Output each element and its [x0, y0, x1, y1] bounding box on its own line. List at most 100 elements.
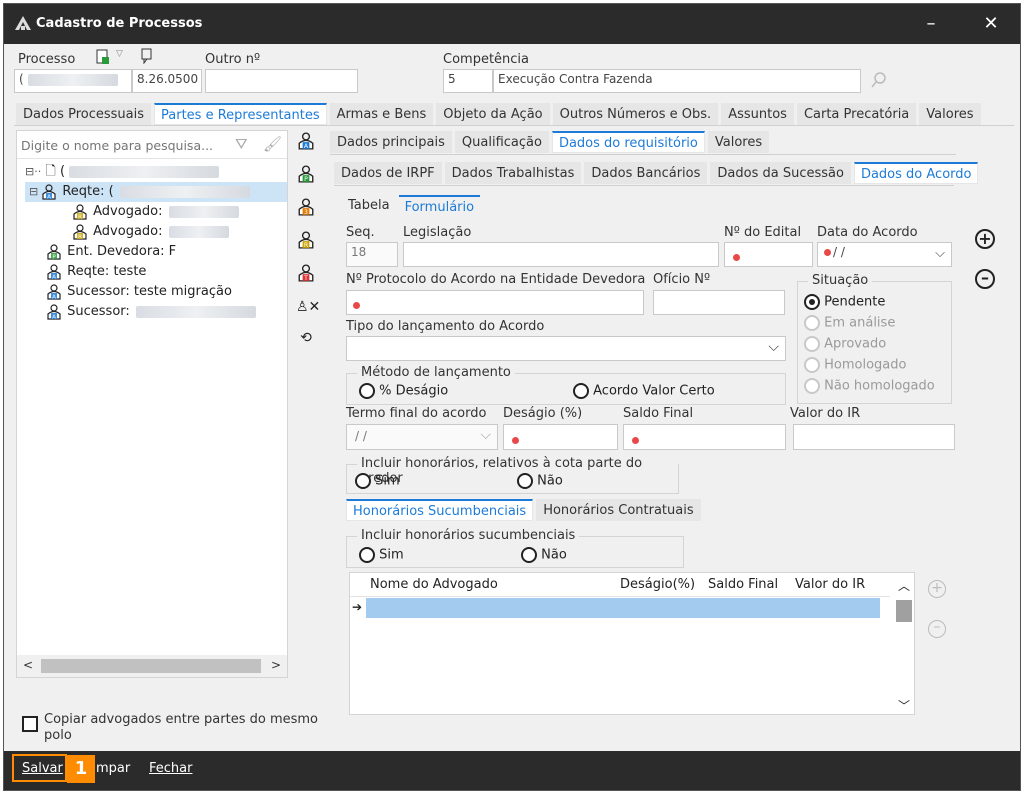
radio-button[interactable] [573, 383, 589, 399]
acordo-tab-2[interactable]: Dados Bancários [584, 162, 708, 184]
metodo-valor-certo-option[interactable]: Acordo Valor Certo [573, 383, 715, 399]
acordo-tab-3[interactable]: Dados da Sucessão [710, 162, 851, 184]
search-icon[interactable] [870, 71, 888, 89]
view-tab-0[interactable]: Tabela [342, 195, 396, 217]
acordo-tab-0[interactable]: Dados de IRPF [334, 162, 442, 184]
view-tab-1[interactable]: Formulário [398, 195, 481, 217]
radio-button[interactable] [359, 383, 375, 399]
tree-h-scrollbar[interactable]: < > [17, 655, 287, 677]
add-party-a-icon[interactable]: A [296, 132, 316, 154]
chevron-down-icon[interactable]: ⌵ [935, 246, 945, 261]
radio-button[interactable] [804, 378, 820, 394]
acordo-tab-4[interactable]: Dados do Acordo [853, 162, 979, 184]
chevron-down-icon[interactable]: ⌵ [768, 339, 779, 355]
dropdown-arrow-icon[interactable]: ▽ [116, 49, 123, 59]
main-tab-7[interactable]: Valores [919, 103, 981, 125]
oficio-field[interactable] [653, 290, 785, 315]
sub-tab-2[interactable]: Dados do requisitório [551, 131, 705, 153]
chevron-down-icon[interactable]: ⌵ [480, 427, 491, 443]
situacao-option[interactable]: Pendente [804, 294, 935, 315]
data-acordo-picker[interactable]: / / ⌵ [817, 242, 952, 267]
add-representative-icon[interactable]: R [296, 231, 316, 253]
add-party-t-icon[interactable]: T [296, 264, 316, 286]
tree-node[interactable]: ⊟ A Reqte: ( [25, 182, 287, 202]
radio-button[interactable] [804, 357, 820, 373]
close-window-button[interactable]: ✕ [968, 4, 1014, 44]
tipo-lancamento-select[interactable]: ⌵ [346, 336, 786, 361]
clear-brush-icon[interactable]: 🖌 [263, 135, 282, 153]
radio-button[interactable] [521, 547, 537, 563]
grid-row[interactable] [366, 598, 880, 618]
sub-tab-3[interactable]: Valores [707, 131, 770, 153]
processo-number-field[interactable]: 8.26.0500 [132, 69, 202, 93]
protocolo-field[interactable] [346, 290, 644, 315]
main-tab-6[interactable]: Carta Precatória [796, 103, 917, 125]
desagio-field[interactable] [503, 424, 618, 450]
seq-field[interactable]: 18 [346, 242, 398, 267]
sucumb-sim-option[interactable]: Sim [359, 547, 404, 563]
tree-root[interactable]: ⊟·· 🗋 ( [25, 162, 287, 182]
scroll-thumb[interactable] [896, 600, 912, 622]
grid-column-header[interactable]: Saldo Final [708, 577, 778, 592]
termo-final-picker[interactable]: / / ⌵ [346, 424, 498, 450]
honorarios-tab-0[interactable]: Honorários Sucumbenciais [346, 499, 534, 521]
tree-node[interactable]: R Advogado: [25, 202, 287, 222]
processo-prefix-field[interactable]: ( [14, 69, 132, 93]
add-party-p-icon[interactable]: P [296, 165, 316, 187]
radio-button[interactable] [804, 294, 820, 310]
radio-button[interactable] [355, 473, 371, 489]
remove-advogado-icon[interactable]: – [928, 620, 946, 638]
sub-tab-1[interactable]: Qualificação [454, 131, 549, 153]
radio-button[interactable] [804, 336, 820, 352]
metodo-desagio-option[interactable]: % Deságio [359, 383, 448, 399]
add-icon[interactable]: + [975, 229, 995, 249]
honorarios-nao-option[interactable]: Não [517, 473, 563, 489]
radio-button[interactable] [804, 315, 820, 331]
sucumb-nao-option[interactable]: Não [521, 547, 567, 563]
tree-node[interactable]: A Sucessor: [25, 302, 287, 322]
grid-column-header[interactable]: Valor do IR [795, 577, 865, 592]
scroll-down-icon[interactable]: ﹀ [898, 697, 910, 714]
salvar-button[interactable]: Salvar [22, 761, 63, 776]
grid-column-header[interactable]: Deságio(%) [620, 577, 695, 592]
new-document-icon[interactable] [95, 48, 111, 66]
fechar-button[interactable]: Fechar [149, 761, 192, 776]
note-icon[interactable] [140, 48, 154, 65]
scroll-left-icon[interactable]: < [23, 658, 33, 672]
main-tab-0[interactable]: Dados Processuais [16, 103, 151, 125]
situacao-option[interactable]: Homologado [804, 357, 935, 378]
competencia-desc-field[interactable]: Execução Contra Fazenda [493, 69, 861, 93]
swap-party-icon[interactable]: ⟲ [296, 328, 316, 350]
copy-advogados-checkbox[interactable] [22, 716, 38, 732]
competencia-code-field[interactable]: 5 [443, 69, 493, 93]
legislacao-field[interactable] [403, 242, 719, 267]
minimize-button[interactable]: – [908, 4, 954, 44]
remove-icon[interactable]: – [975, 269, 995, 289]
tree-node[interactable]: R Advogado: [25, 222, 287, 242]
edital-field[interactable] [724, 242, 813, 267]
valor-ir-field[interactable] [793, 424, 955, 450]
tree-node[interactable]: P Ent. Devedora: F [25, 242, 287, 262]
outro-numero-field[interactable] [205, 69, 358, 93]
scroll-up-icon[interactable]: ︿ [898, 577, 910, 594]
honorarios-sim-option[interactable]: Sim [355, 473, 400, 489]
filter-icon[interactable]: ⛛ [235, 135, 248, 153]
situacao-option[interactable]: Não homologado [804, 378, 935, 399]
radio-button[interactable] [359, 547, 375, 563]
main-tab-1[interactable]: Partes e Representantes [154, 103, 327, 125]
party-search-input[interactable] [21, 134, 221, 156]
grid-v-scrollbar[interactable]: ︿ ﹀ [894, 575, 914, 714]
main-tab-5[interactable]: Assuntos [721, 103, 794, 125]
scroll-right-icon[interactable]: > [271, 658, 281, 672]
radio-button[interactable] [517, 473, 533, 489]
main-tab-4[interactable]: Outros Números e Obs. [552, 103, 719, 125]
add-party-3-icon[interactable]: 3 [296, 198, 316, 220]
sub-tab-0[interactable]: Dados principais [330, 131, 452, 153]
scroll-thumb[interactable] [41, 659, 261, 673]
limpar-button[interactable]: mpar [96, 761, 130, 776]
situacao-option[interactable]: Aprovado [804, 336, 935, 357]
tree-node[interactable]: A Sucessor: teste migração [25, 282, 287, 302]
add-advogado-icon[interactable]: + [928, 580, 946, 598]
situacao-option[interactable]: Em análise [804, 315, 935, 336]
honorarios-tab-1[interactable]: Honorários Contratuais [536, 499, 701, 521]
